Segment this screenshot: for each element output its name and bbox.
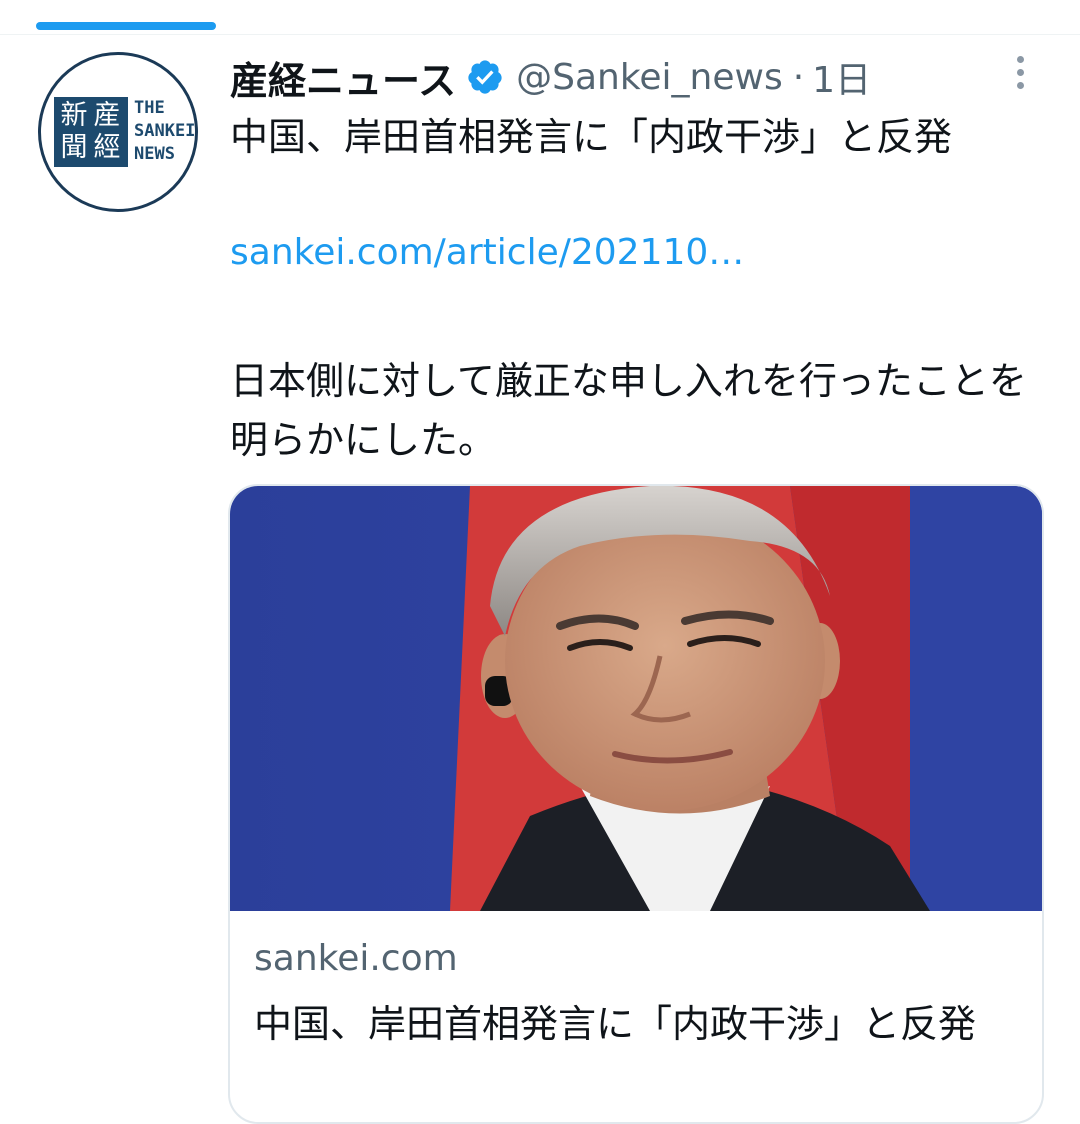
article-link[interactable]: sankei.com/article/202110… (230, 232, 744, 273)
spokesperson-photo (230, 486, 1042, 911)
seal-char: 經 (93, 132, 121, 163)
author-name[interactable]: 産経ニュース (230, 50, 456, 105)
tab-indicator (36, 22, 216, 30)
timestamp[interactable]: 1日 (812, 51, 871, 103)
link-preview-card[interactable]: sankei.com 中国、岸田首相発言に「内政干渉」と反発 (228, 484, 1044, 1124)
verified-badge-icon (468, 60, 502, 94)
tweet-body: 日本側に対して厳正な申し入れを行ったことを明らかにした。 (230, 359, 1027, 462)
seal-char: 新 (60, 100, 88, 131)
tweet-header: 産経ニュース @Sankei_news · 1日 (230, 50, 871, 105)
more-options-icon[interactable] (1010, 56, 1030, 96)
article-photo (230, 486, 1042, 911)
seal-char: 聞 (60, 132, 88, 163)
divider (0, 34, 1080, 35)
logo-wordmark: THE SANKEI NEWS (134, 97, 195, 166)
card-domain: sankei.com (254, 938, 458, 979)
more-dot (1016, 56, 1024, 63)
card-title: 中国、岸田首相発言に「内政干渉」と反発 (254, 1002, 977, 1046)
avatar[interactable]: 産 經 新 聞 THE SANKEI NEWS (38, 52, 198, 212)
tweet-headline: 中国、岸田首相発言に「内政干渉」と反発 (230, 115, 953, 159)
sankei-logo: 産 經 新 聞 THE SANKEI NEWS (54, 97, 195, 167)
separator-dot: · (792, 56, 805, 98)
author-handle[interactable]: @Sankei_news (516, 57, 783, 98)
wordmark-line: SANKEI (134, 121, 196, 141)
seal-char: 産 (93, 100, 121, 131)
wordmark-line: THE (134, 98, 165, 118)
logo-seal: 産 經 新 聞 (54, 97, 128, 167)
more-dot (1016, 82, 1024, 89)
wordmark-line: NEWS (134, 144, 175, 164)
more-dot (1016, 69, 1024, 76)
